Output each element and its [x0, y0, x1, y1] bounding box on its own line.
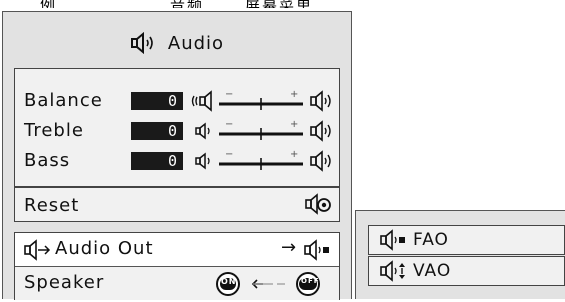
header-fragment: 例 音频 屏幕菜单	[0, 0, 360, 8]
speaker-small-icon	[195, 122, 210, 140]
treble-slider[interactable]: − +	[191, 118, 341, 144]
bass-row[interactable]: Bass 0 − +	[15, 145, 339, 175]
speaker-icon	[130, 32, 153, 54]
speaker-fao-icon	[380, 229, 405, 251]
speaker-loud-icon	[310, 150, 331, 172]
treble-value: 0	[131, 122, 183, 140]
balance-value: 0	[131, 92, 183, 110]
bass-value: 0	[131, 152, 183, 170]
submenu-item-vao[interactable]: VAO	[368, 256, 565, 286]
speaker-toggle[interactable]	[215, 271, 335, 297]
adjustments-panel: Balance 0 − + Treble 0 − + Bass 0 − +	[14, 68, 340, 187]
treble-label: Treble	[24, 120, 84, 141]
bass-label: Bass	[24, 150, 71, 171]
svg-text:+: +	[290, 149, 299, 160]
speaker-loud-icon	[310, 90, 331, 112]
menu-title: Audio	[3, 29, 351, 57]
speaker-balance-icon	[191, 90, 212, 112]
audio-out-submenu: FAO VAO	[355, 210, 565, 299]
bass-slider[interactable]: − +	[191, 148, 341, 174]
speaker-small-icon	[195, 152, 210, 170]
arrow-right-icon: →	[281, 237, 298, 258]
speaker-row[interactable]: Speaker ON OFF	[15, 266, 339, 302]
header-fragment-text: 例	[40, 0, 57, 8]
submenu-item-label: VAO	[413, 261, 452, 281]
svg-text:+: +	[290, 89, 299, 100]
audio-menu: Audio Balance 0 − + Treble 0 − + Bass 0 …	[2, 11, 352, 300]
treble-row[interactable]: Treble 0 − +	[15, 115, 339, 145]
speaker-out-icon	[24, 239, 51, 261]
submenu-item-fao[interactable]: FAO	[368, 225, 565, 255]
svg-text:−: −	[225, 89, 234, 100]
reset-row[interactable]: Reset	[15, 190, 339, 220]
submenu-item-label: FAO	[413, 230, 449, 250]
svg-text:−: −	[225, 149, 234, 160]
audio-out-label: Audio Out	[55, 238, 154, 259]
svg-text:+: +	[290, 119, 299, 130]
reset-label: Reset	[24, 195, 80, 216]
header-fragment-text: 屏幕菜单	[245, 0, 313, 8]
header-fragment-text: 音频	[170, 0, 204, 8]
balance-label: Balance	[24, 90, 103, 111]
speaker-label: Speaker	[24, 272, 105, 293]
speaker-fao-icon	[304, 239, 329, 261]
output-panel: Audio Out → Speaker ON OFF	[14, 232, 340, 300]
svg-text:−: −	[225, 119, 234, 130]
speaker-reset-icon	[305, 193, 331, 215]
balance-slider[interactable]: − +	[191, 88, 341, 114]
speaker-loud-icon	[310, 120, 331, 142]
on-badge-icon	[216, 272, 240, 296]
audio-out-row[interactable]: Audio Out →	[15, 233, 339, 266]
speaker-vao-icon	[380, 260, 405, 282]
balance-row[interactable]: Balance 0 − +	[15, 85, 339, 115]
off-badge-icon	[296, 272, 320, 296]
menu-title-text: Audio	[167, 32, 225, 54]
reset-panel: Reset	[14, 187, 340, 222]
